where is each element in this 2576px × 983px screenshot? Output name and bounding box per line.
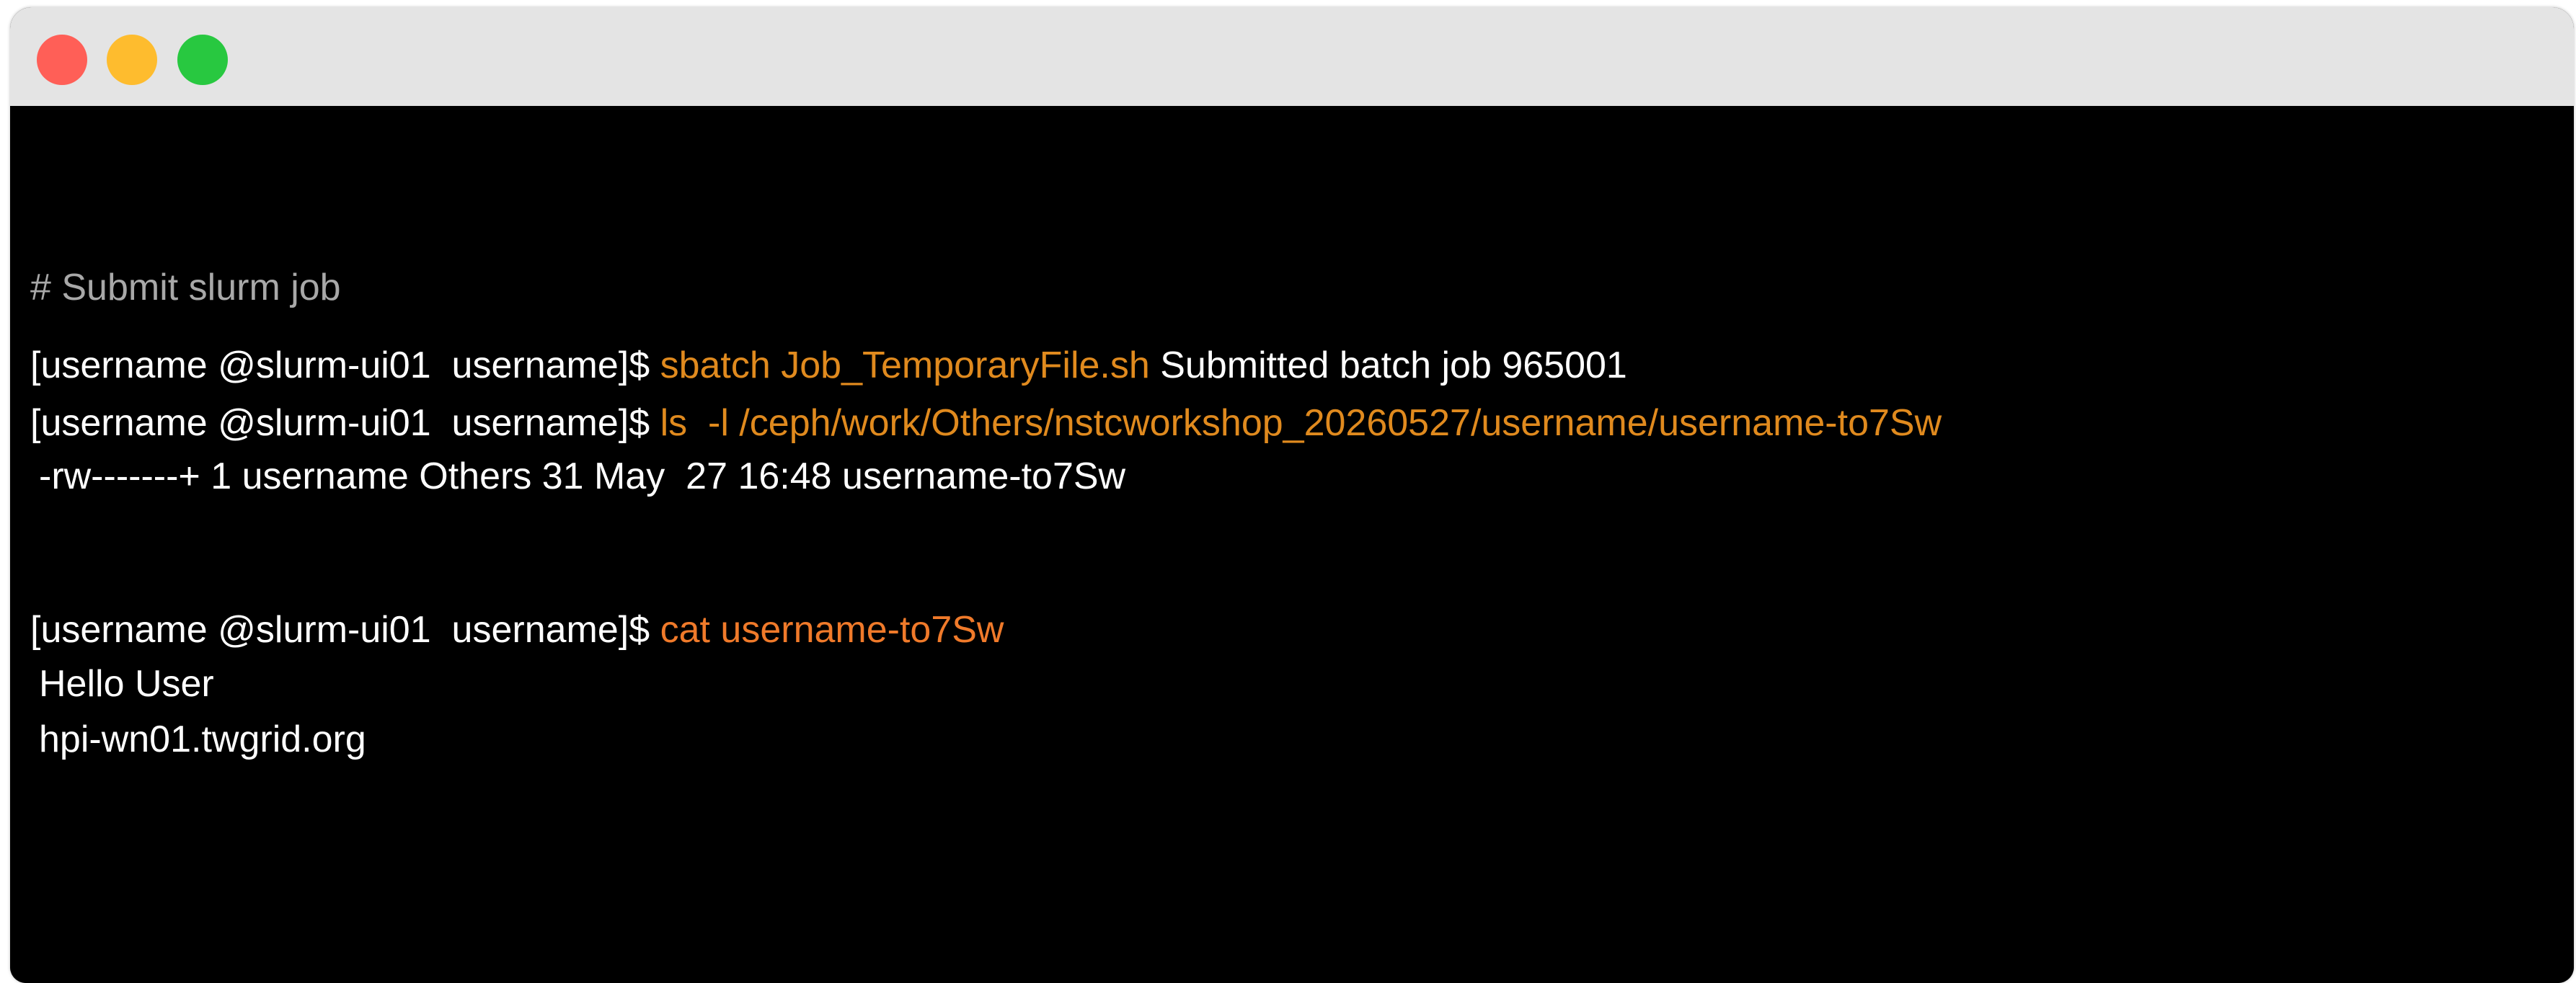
command: cat username-to7Sw: [660, 609, 1004, 651]
terminal-output[interactable]: # Submit slurm job [username @slurm-ui01…: [10, 106, 2574, 983]
maximize-button[interactable]: [177, 35, 228, 85]
close-button[interactable]: [37, 35, 87, 85]
terminal-line-output-hello: Hello User: [30, 661, 214, 707]
prompt: [username @slurm-ui01 username]$: [30, 402, 660, 444]
terminal-window: # Submit slurm job [username @slurm-ui01…: [10, 7, 2574, 983]
command-output: Hello User: [39, 663, 214, 705]
minimize-button[interactable]: [107, 35, 157, 85]
terminal-line-output-host: hpi-wn01.twgrid.org: [30, 716, 366, 762]
prompt: [username @slurm-ui01 username]$: [30, 344, 660, 386]
command-output: Submitted batch job 965001: [1149, 344, 1627, 386]
terminal-line-cat: [username @slurm-ui01 username]$ cat use…: [30, 607, 1004, 653]
terminal-line-ls-output: -rw-------+ 1 username Others 31 May 27 …: [30, 453, 1125, 499]
command-output: -rw-------+ 1 username Others 31 May 27 …: [39, 455, 1126, 497]
title-bar: [10, 7, 2574, 106]
prompt: [username @slurm-ui01 username]$: [30, 609, 660, 651]
command: ls -l /ceph/work/Others/nstcworkshop_202…: [660, 402, 1942, 444]
command: sbatch Job_TemporaryFile.sh: [660, 344, 1150, 386]
command-output: hpi-wn01.twgrid.org: [39, 719, 366, 760]
comment-line: # Submit slurm job: [30, 267, 341, 308]
terminal-line-sbatch: [username @slurm-ui01 username]$ sbatch …: [30, 342, 1627, 388]
terminal-line-ls: [username @slurm-ui01 username]$ ls -l /…: [30, 400, 1942, 446]
